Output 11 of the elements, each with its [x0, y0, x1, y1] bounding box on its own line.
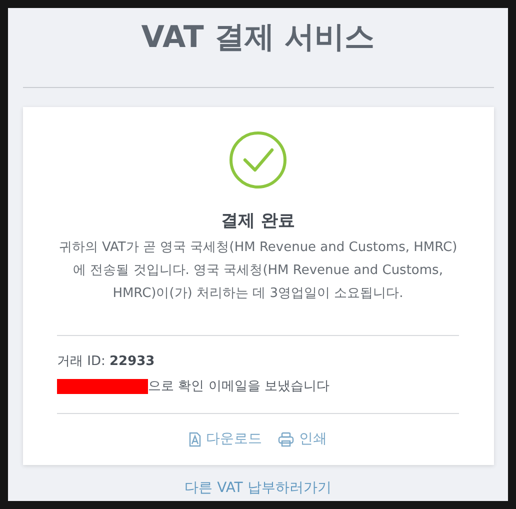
printer-icon: [278, 432, 294, 446]
download-button[interactable]: 다운로드: [189, 430, 262, 448]
pdf-file-icon: [189, 432, 201, 446]
page-title: VAT 결제 서비스: [141, 19, 375, 57]
print-button[interactable]: 인쇄: [278, 430, 327, 448]
result-heading: 결제 완료: [221, 210, 295, 232]
other-vat-link[interactable]: 다른 VAT 납부하러가기: [184, 479, 332, 497]
email-note: 으로 확인 이메일을 보냈습니다: [148, 378, 330, 396]
transaction-id: 거래 ID: 22933: [57, 353, 156, 371]
check-circle-icon: [229, 131, 287, 189]
result-message: 귀하의 VAT가 곧 영국 국세청(HM Revenue and Customs, HMRC)에 전송될 것입니다. 영국 국세청(HM Revenue and Customs, HMRC)이(가) 처리하는 데 3영업일이 소요됩니다.: [58, 239, 458, 303]
